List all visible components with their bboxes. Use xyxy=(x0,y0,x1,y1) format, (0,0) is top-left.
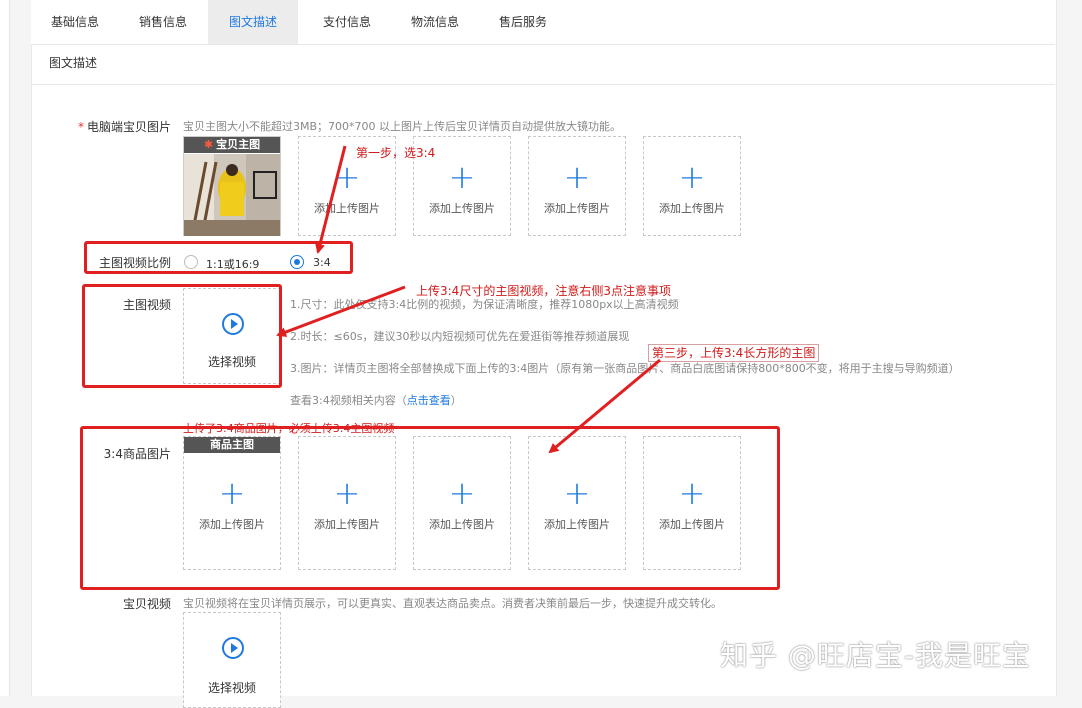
arrow-step-1 xyxy=(315,145,347,254)
arrow-step-3 xyxy=(548,358,661,454)
arrow-step-2 xyxy=(276,285,406,337)
annotation-arrows xyxy=(276,145,661,454)
watermark: 知乎 @旺店宝-我是旺宝 xyxy=(720,639,1032,672)
